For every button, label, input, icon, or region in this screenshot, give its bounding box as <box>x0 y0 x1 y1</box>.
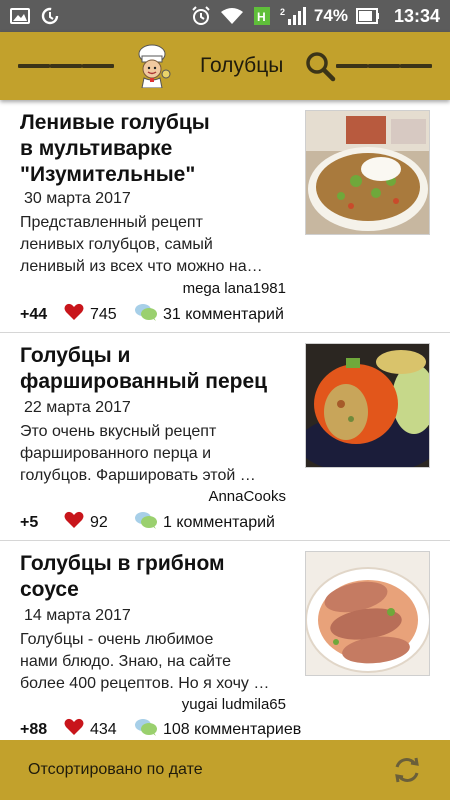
comment-bubbles-icon[interactable] <box>134 303 158 326</box>
clock: 13:34 <box>393 5 440 26</box>
description-line: Представленный рецепт <box>20 214 203 231</box>
recipe-card[interactable]: Ленивые голубцы в мультиварке "Изумитель… <box>0 100 450 333</box>
recipe-score: +5 <box>20 513 39 531</box>
recipe-description: Представленный рецепт ленивых голубцов, … <box>20 212 295 278</box>
recipe-stats: +5 92 1 комментарий <box>20 511 275 534</box>
recipe-thumbnail[interactable] <box>305 551 430 676</box>
app-bar: Голубцы <box>0 32 450 100</box>
svg-text:H: H <box>257 10 266 24</box>
description-line: ленивых голубцов, самый <box>20 236 213 253</box>
description-line: фаршированного перца и <box>20 445 212 462</box>
signal-icon: 2 <box>280 6 306 26</box>
recipe-stats: +44 745 31 комментарий <box>20 303 284 326</box>
recipe-title-line: Ленивые голубцы <box>20 111 210 134</box>
recipe-card[interactable]: Голубцы в грибном соусе 14 марта 2017 Го… <box>0 541 450 740</box>
sim-number: 2 <box>280 7 285 17</box>
sort-label[interactable]: Отсортировано по дате <box>28 761 203 779</box>
recipe-title-line: фаршированный перец <box>20 370 268 393</box>
heart-icon[interactable] <box>64 511 84 534</box>
comment-bubbles-icon[interactable] <box>134 718 158 740</box>
recipe-title-line: Голубцы и <box>20 344 131 367</box>
gallery-icon <box>10 8 30 24</box>
recipe-title-line: в мультиварке <box>20 137 173 160</box>
menu-icon[interactable] <box>18 59 114 73</box>
comments-count: 31 комментарий <box>163 305 284 323</box>
recipe-title-line: Голубцы в грибном <box>20 552 225 575</box>
likes-count: 434 <box>90 720 117 738</box>
search-icon[interactable] <box>304 46 336 86</box>
battery-percent: 74% <box>313 6 348 25</box>
likes-count: 745 <box>90 305 117 323</box>
recipe-date: 30 марта 2017 <box>24 190 131 207</box>
recipe-score: +44 <box>20 305 48 323</box>
battery-icon <box>355 8 380 24</box>
description-line: голубцов. Фаршировать этой … <box>20 467 256 484</box>
recipe-date: 22 марта 2017 <box>24 399 131 416</box>
recipe-author[interactable]: AnnaCooks <box>0 488 286 505</box>
recipe-title[interactable]: Ленивые голубцы в мультиварке "Изумитель… <box>20 110 290 188</box>
recipe-title[interactable]: Голубцы и фаршированный перец <box>20 343 290 395</box>
mobile-data-icon: H <box>252 5 272 27</box>
comments-count: 108 комментариев <box>163 720 302 738</box>
likes-count: 92 <box>90 513 108 531</box>
heart-icon[interactable] <box>64 303 84 326</box>
recipe-description: Голубцы - очень любимое нами блюдо. Знаю… <box>20 629 295 695</box>
list-menu-icon[interactable] <box>336 59 432 73</box>
recipe-card[interactable]: Голубцы и фаршированный перец 22 марта 2… <box>0 333 450 541</box>
recipe-author[interactable]: yugai ludmila65 <box>0 696 286 713</box>
recipe-thumbnail[interactable] <box>305 343 430 468</box>
description-line: нами блюдо. Знаю, на сайте <box>20 653 232 670</box>
description-line: Голубцы - очень любимое <box>20 631 214 648</box>
recipe-author[interactable]: mega lana1981 <box>0 280 286 297</box>
recipe-title[interactable]: Голубцы в грибном соусе <box>20 551 290 603</box>
alarm-icon <box>190 5 212 27</box>
recipe-title-line: "Изумительные" <box>20 163 196 186</box>
recipe-list: Ленивые голубцы в мультиварке "Изумитель… <box>0 100 450 740</box>
recipe-description: Это очень вкусный рецепт фаршированного … <box>20 421 295 487</box>
recipe-score: +88 <box>20 720 48 738</box>
recipe-title-line: соусе <box>20 578 79 601</box>
comments-count: 1 комментарий <box>163 513 275 531</box>
comment-bubbles-icon[interactable] <box>134 511 158 534</box>
recipe-stats: +88 434 108 комментариев <box>20 718 301 740</box>
bottom-bar: Отсортировано по дате <box>0 740 450 800</box>
description-line: более 400 рецептов. Но я хочу … <box>20 675 270 692</box>
recipe-thumbnail[interactable] <box>305 110 430 235</box>
heart-icon[interactable] <box>64 718 84 740</box>
page-title: Голубцы <box>200 54 284 77</box>
chef-logo-icon[interactable] <box>132 44 172 89</box>
description-line: ленивый из всех что можно на… <box>20 258 263 275</box>
data-saver-icon <box>40 6 60 26</box>
wifi-icon <box>220 7 244 25</box>
status-bar: H 2 74% 13:34 <box>0 0 450 32</box>
description-line: Это очень вкусный рецепт <box>20 423 217 440</box>
recipe-date: 14 марта 2017 <box>24 607 131 624</box>
refresh-icon[interactable] <box>392 755 422 785</box>
